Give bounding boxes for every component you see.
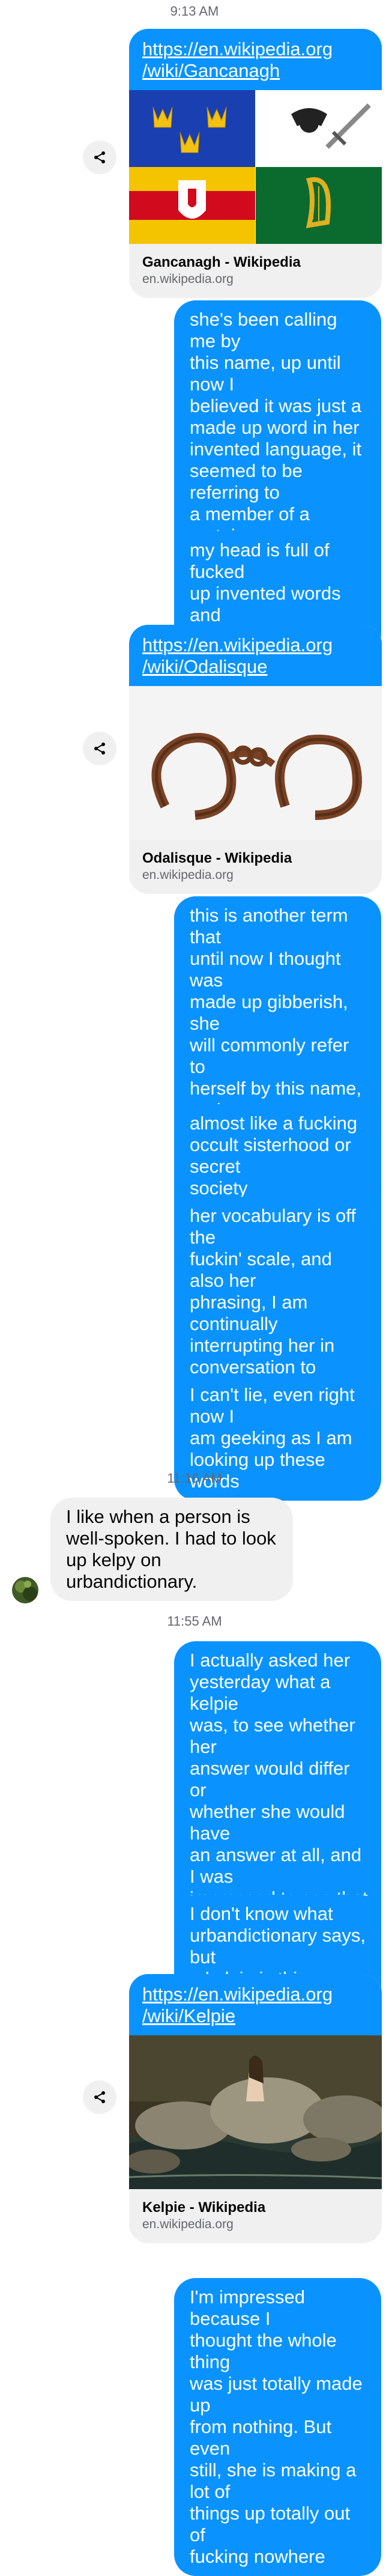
link-title: Gancanagh - Wikipedia	[142, 254, 301, 270]
share-button[interactable]	[83, 141, 116, 174]
link-domain: en.wikipedia.org	[142, 272, 234, 286]
link-domain: en.wikipedia.org	[142, 2217, 234, 2231]
link-url[interactable]: https://en.wikipedia.org /wiki/Odalisque	[129, 625, 382, 686]
kelpie-painting-icon	[129, 2035, 382, 2189]
provinces-flag-icon	[129, 90, 382, 244]
contact-avatar[interactable]	[12, 1577, 38, 1603]
shackles-image	[129, 686, 382, 840]
link-domain: en.wikipedia.org	[142, 868, 234, 882]
share-button[interactable]	[83, 2080, 116, 2114]
share-icon	[94, 2091, 105, 2103]
link-preview-card[interactable]: https://en.wikipedia.org /wiki/Kelpie Ke…	[129, 1974, 382, 2243]
share-button[interactable]	[83, 732, 116, 765]
link-url-text[interactable]: https://en.wikipedia.org /wiki/Kelpie	[142, 1984, 333, 2026]
message-received: I like when a person is well-spoken. I h…	[50, 1498, 293, 1601]
shackles-icon	[151, 733, 363, 820]
link-preview-card[interactable]: https://en.wikipedia.org /wiki/Odalisque…	[129, 625, 382, 894]
avatar-icon	[12, 1577, 38, 1603]
timestamp: 11:55 AM	[167, 1614, 222, 1629]
link-title: Kelpie - Wikipedia	[142, 2199, 266, 2216]
message-sent: I'm impressed because I thought the whol…	[174, 2278, 381, 2576]
timestamp: 9:13 AM	[170, 4, 219, 19]
share-icon	[94, 743, 105, 755]
flag-image	[129, 90, 382, 244]
link-url[interactable]: https://en.wikipedia.org /wiki/Gancanagh	[129, 29, 382, 90]
message-sent: almost like a fucking occult sisterhood …	[174, 1104, 381, 1208]
link-url[interactable]: https://en.wikipedia.org /wiki/Kelpie	[129, 1974, 382, 2035]
link-preview-card[interactable]: https://en.wikipedia.org /wiki/Gancanagh	[129, 29, 382, 298]
link-title: Odalisque - Wikipedia	[142, 850, 292, 866]
timestamp: 11:16 AM	[167, 1471, 222, 1486]
link-url-text[interactable]: https://en.wikipedia.org /wiki/Odalisque	[142, 634, 333, 677]
share-icon	[94, 151, 105, 163]
link-url-text[interactable]: https://en.wikipedia.org /wiki/Gancanagh	[142, 38, 333, 81]
kelpie-painting-image	[129, 2035, 382, 2189]
